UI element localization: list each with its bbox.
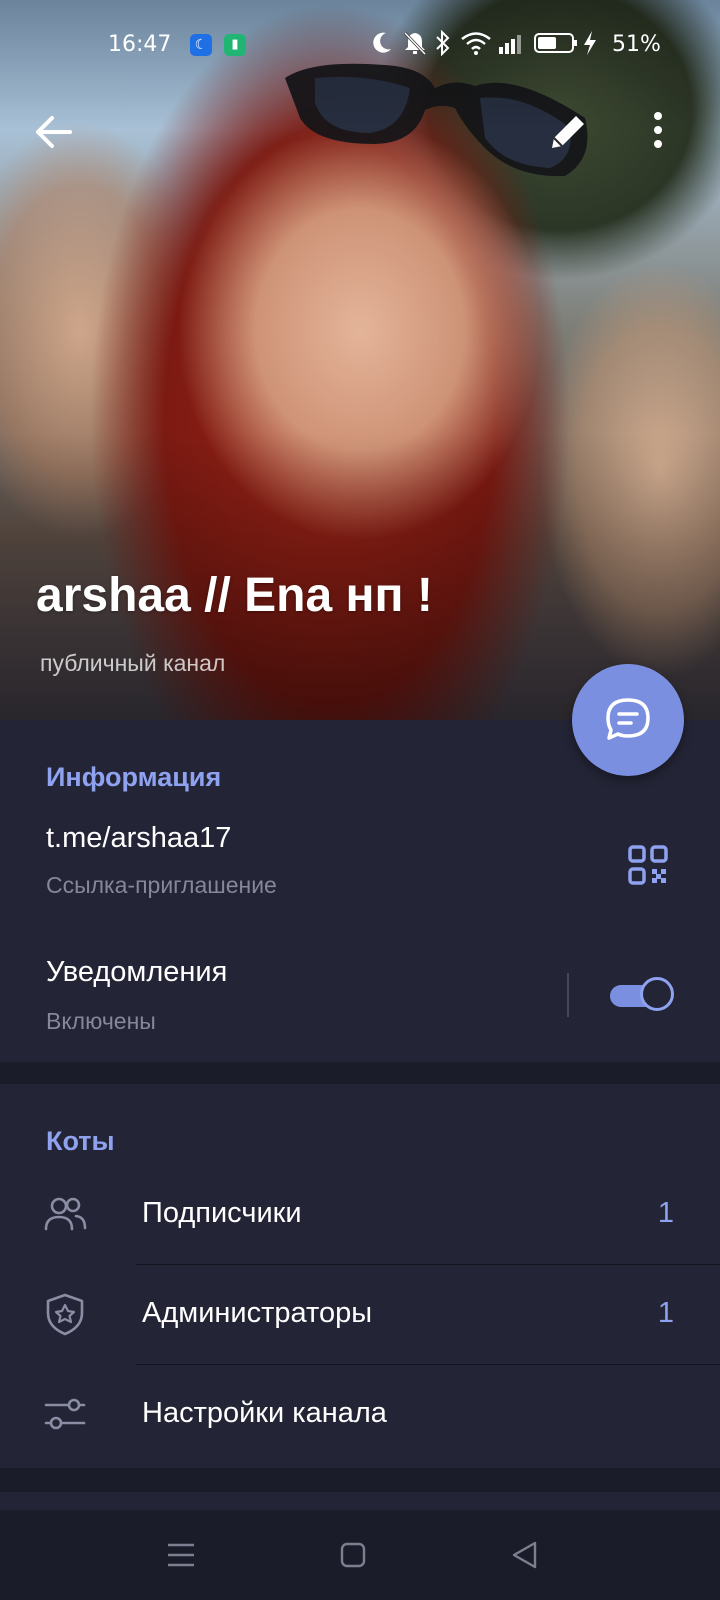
channel-settings-label: Настройки канала bbox=[142, 1397, 387, 1429]
divider bbox=[567, 973, 569, 1017]
administrators-label: Администраторы bbox=[142, 1297, 373, 1329]
status-bar: 16:47 ☾ ▮ 51% bbox=[0, 0, 720, 90]
info-section-title: Информация bbox=[46, 762, 222, 792]
moon-app-icon: ☾ bbox=[190, 34, 212, 56]
shield-star-icon bbox=[46, 1293, 84, 1336]
invite-link[interactable]: t.me/arshaa17 bbox=[46, 822, 231, 855]
administrators-count: 1 bbox=[657, 1297, 674, 1329]
more-vertical-icon bbox=[654, 112, 662, 148]
charging-icon bbox=[584, 31, 596, 55]
wifi-icon bbox=[461, 32, 491, 55]
notifications-label: Уведомления bbox=[46, 956, 228, 988]
triangle-back-icon bbox=[512, 1541, 537, 1569]
chat-bubble-icon bbox=[606, 698, 650, 740]
battery-app-icon: ▮ bbox=[224, 34, 246, 56]
qr-code-button[interactable] bbox=[624, 841, 672, 889]
subscribers-count: 1 bbox=[657, 1197, 674, 1229]
notifications-status: Включены bbox=[46, 1008, 156, 1034]
toggle-knob bbox=[640, 977, 674, 1011]
management-section-title: Коты bbox=[46, 1126, 115, 1156]
battery-percent: 51% bbox=[612, 32, 661, 57]
edit-button[interactable] bbox=[540, 104, 596, 160]
signal-icon bbox=[499, 35, 521, 54]
bluetooth-icon bbox=[436, 30, 450, 56]
pencil-icon bbox=[552, 116, 584, 148]
arrow-left-icon bbox=[36, 116, 72, 148]
system-navigation-bar bbox=[0, 1510, 720, 1600]
square-icon bbox=[340, 1542, 366, 1568]
system-back-button[interactable] bbox=[502, 1532, 548, 1578]
bell-off-icon bbox=[403, 31, 427, 56]
channel-management-section: Коты Подписчики 1 Администраторы 1 Настр… bbox=[0, 1084, 720, 1468]
qr-code-icon bbox=[628, 845, 668, 885]
channel-settings-item[interactable]: Настройки канала bbox=[0, 1364, 720, 1464]
notifications-toggle[interactable] bbox=[610, 977, 676, 1013]
next-section-edge bbox=[0, 1492, 720, 1510]
home-button[interactable] bbox=[330, 1532, 376, 1578]
moon-icon bbox=[373, 32, 391, 53]
channel-type: публичный канал bbox=[40, 650, 226, 676]
more-options-button[interactable] bbox=[640, 104, 696, 160]
menu-icon bbox=[168, 1543, 194, 1567]
back-button[interactable] bbox=[26, 104, 82, 160]
invite-link-caption: Ссылка-приглашение bbox=[46, 872, 277, 898]
status-time: 16:47 bbox=[108, 32, 172, 57]
subscribers-item[interactable]: Подписчики 1 bbox=[0, 1164, 720, 1264]
users-icon bbox=[44, 1197, 87, 1231]
sliders-icon bbox=[44, 1398, 86, 1430]
channel-title: arshaa // Ena нп ! bbox=[36, 569, 433, 622]
discussion-button[interactable] bbox=[572, 664, 684, 776]
administrators-item[interactable]: Администраторы 1 bbox=[0, 1264, 720, 1364]
battery-icon bbox=[534, 33, 577, 53]
recent-apps-button[interactable] bbox=[158, 1532, 204, 1578]
subscribers-label: Подписчики bbox=[142, 1197, 302, 1229]
